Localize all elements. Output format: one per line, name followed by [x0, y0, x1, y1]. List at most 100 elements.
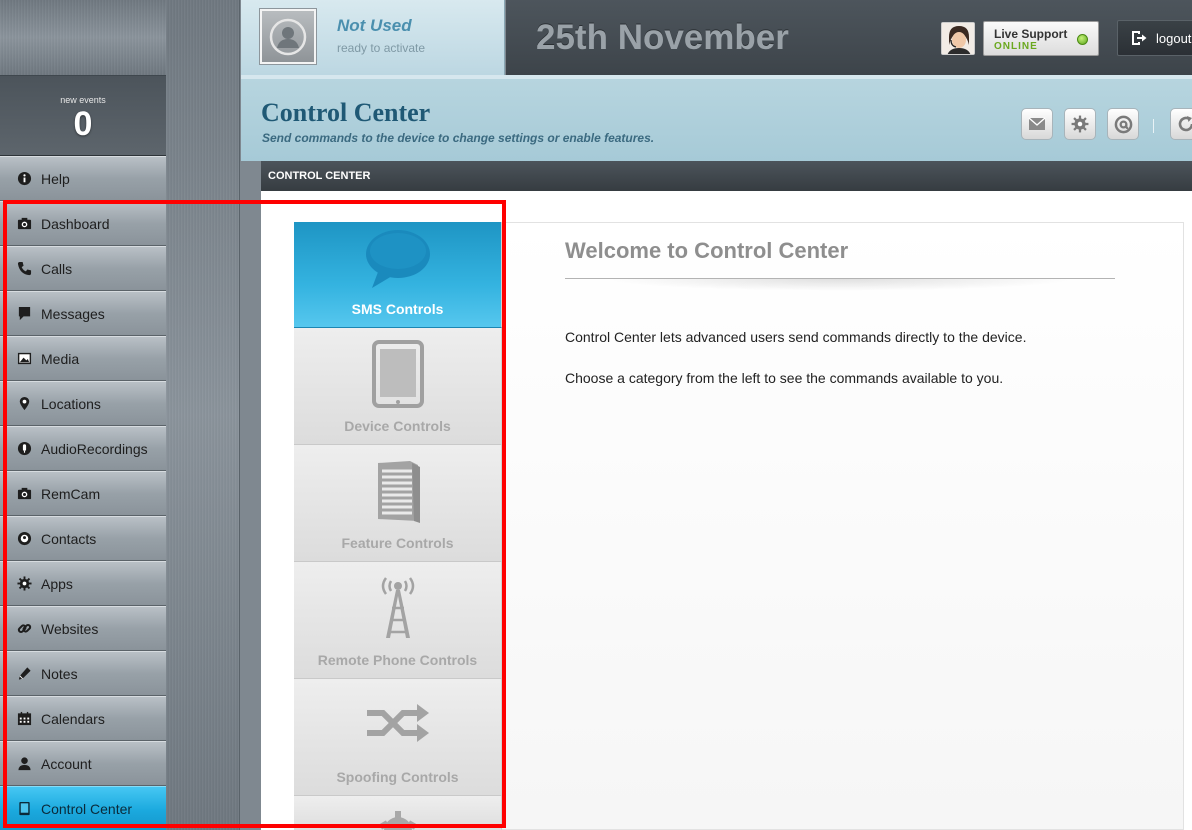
- camera-icon: [16, 486, 32, 502]
- section-header: CONTROL CENTER: [261, 161, 1192, 191]
- logout-button[interactable]: logout: [1117, 20, 1192, 56]
- camera-icon: [16, 216, 32, 232]
- sidebar-item-locations[interactable]: Locations: [0, 381, 166, 426]
- speech-bubble-icon: [294, 228, 501, 290]
- sidebar-item-help[interactable]: Help: [0, 156, 166, 201]
- speech-bubble-icon: [16, 306, 32, 322]
- user-icon: [16, 756, 32, 772]
- online-indicator-icon: [1077, 34, 1088, 45]
- sidebar-item-dashboard[interactable]: Dashboard: [0, 201, 166, 246]
- sidebar-item-label: Notes: [41, 665, 78, 682]
- gear-icon: [294, 808, 501, 830]
- welcome-paragraph: Control Center lets advanced users send …: [565, 329, 1027, 345]
- sidebar-item-label: Apps: [41, 575, 73, 592]
- welcome-panel: Welcome to Control Center Control Center…: [565, 238, 1115, 386]
- device-status-title: Not Used: [337, 16, 412, 35]
- sidebar-item-notes[interactable]: Notes: [0, 651, 166, 696]
- device-status-box: Not Used ready to activate: [241, 0, 505, 75]
- logout-icon: [1132, 31, 1147, 45]
- sidebar-item-remcam[interactable]: RemCam: [0, 471, 166, 516]
- welcome-paragraph: Choose a category from the left to see t…: [565, 370, 1004, 386]
- category-label: Device Controls: [344, 418, 451, 434]
- phone-icon: [16, 261, 32, 277]
- welcome-title: Welcome to Control Center: [565, 238, 1115, 279]
- contact-icon: [16, 531, 32, 547]
- divider-shadow: [565, 279, 1115, 293]
- sidebar-item-audiorecordings[interactable]: AudioRecordings: [0, 426, 166, 471]
- sidebar-item-label: Calls: [41, 260, 73, 277]
- title-band: Control Center Send commands to the devi…: [241, 75, 1192, 161]
- sidebar-item-calls[interactable]: Calls: [0, 246, 166, 291]
- category-device-controls[interactable]: Device Controls: [294, 328, 502, 445]
- document-icon: [294, 457, 501, 525]
- refresh-icon: [1178, 116, 1192, 132]
- tablet-icon: [294, 340, 501, 408]
- sidebar-item-contacts[interactable]: Contacts: [0, 516, 166, 561]
- settings-button[interactable]: [1064, 108, 1096, 140]
- microphone-icon: [16, 441, 32, 457]
- page-title: Control Center: [261, 98, 431, 127]
- shuffle-icon: [294, 703, 501, 743]
- sidebar-item-account[interactable]: Account: [0, 741, 166, 786]
- sidebar-item-label: Locations: [41, 395, 101, 412]
- category-list: SMS Controls Device Controls Feature Con…: [294, 222, 502, 830]
- category-label: Feature Controls: [341, 535, 454, 551]
- mail-icon: [1028, 117, 1046, 130]
- tablet-icon: [16, 801, 32, 817]
- antenna-icon: [294, 574, 501, 642]
- sidebar-item-label: Account: [41, 755, 92, 772]
- new-events-counter[interactable]: new events 0: [0, 76, 166, 156]
- calendar-icon: [16, 711, 32, 727]
- category-feature-controls[interactable]: Feature Controls: [294, 445, 502, 562]
- page-subtitle: Send commands to the device to change se…: [262, 131, 655, 145]
- sidebar-gutter: [166, 0, 240, 830]
- info-icon: [16, 171, 32, 187]
- sidebar-item-label: Messages: [41, 305, 105, 322]
- category-label: SMS Controls: [351, 301, 444, 317]
- avatar: [260, 9, 316, 64]
- sidebar-item-calendars[interactable]: Calendars: [0, 696, 166, 741]
- device-status-subtitle: ready to activate: [337, 41, 426, 55]
- sidebar-item-media[interactable]: Media: [0, 336, 166, 381]
- content-panel: SMS Controls Device Controls Feature Con…: [261, 191, 1192, 830]
- sidebar-item-label: Calendars: [41, 710, 105, 727]
- sidebar-item-label: AudioRecordings: [41, 440, 148, 457]
- refresh-button[interactable]: [1170, 108, 1192, 140]
- category-sms-controls[interactable]: SMS Controls: [294, 222, 502, 328]
- sidebar-item-label: Dashboard: [41, 215, 110, 232]
- sidebar-item-label: Control Center: [41, 800, 133, 817]
- current-date: 25th November: [536, 18, 789, 57]
- user-silhouette-icon: [269, 18, 307, 55]
- header: Not Used ready to activate 25th November…: [241, 0, 1192, 75]
- sidebar-item-label: Media: [41, 350, 80, 367]
- sidebar-item-apps[interactable]: Apps: [0, 561, 166, 606]
- category-spoofing-controls[interactable]: Spoofing Controls: [294, 679, 502, 796]
- support-agent-avatar: [941, 22, 975, 55]
- sidebar-item-label: Contacts: [41, 530, 97, 547]
- new-events-label: new events: [60, 95, 106, 105]
- pencil-icon: [16, 666, 32, 682]
- link-icon: [16, 621, 32, 637]
- sidebar: new events 0 Help Dashboard Calls Messag…: [0, 0, 166, 830]
- category-label: Spoofing Controls: [336, 769, 459, 785]
- sidebar-item-control-center[interactable]: Control Center: [0, 786, 166, 830]
- sidebar-item-label: RemCam: [41, 485, 101, 502]
- image-icon: [16, 351, 32, 367]
- sidebar-top: [0, 0, 166, 76]
- logout-label: logout: [1156, 30, 1192, 46]
- at-icon: [1114, 115, 1132, 133]
- category-partial-tile[interactable]: [294, 796, 502, 830]
- map-pin-icon: [16, 396, 32, 412]
- sidebar-item-label: Websites: [41, 620, 99, 637]
- toolbar-separator: [1153, 119, 1154, 133]
- sidebar-item-messages[interactable]: Messages: [0, 291, 166, 336]
- new-events-count: 0: [73, 105, 93, 143]
- sidebar-item-websites[interactable]: Websites: [0, 606, 166, 651]
- mail-button[interactable]: [1021, 108, 1053, 140]
- category-label: Remote Phone Controls: [317, 652, 478, 668]
- sidebar-item-label: Help: [41, 170, 70, 187]
- gear-icon: [16, 576, 32, 592]
- category-remote-phone-controls[interactable]: Remote Phone Controls: [294, 562, 502, 679]
- email-settings-button[interactable]: [1107, 108, 1139, 140]
- live-support-button[interactable]: Live Support ONLINE: [983, 21, 1099, 56]
